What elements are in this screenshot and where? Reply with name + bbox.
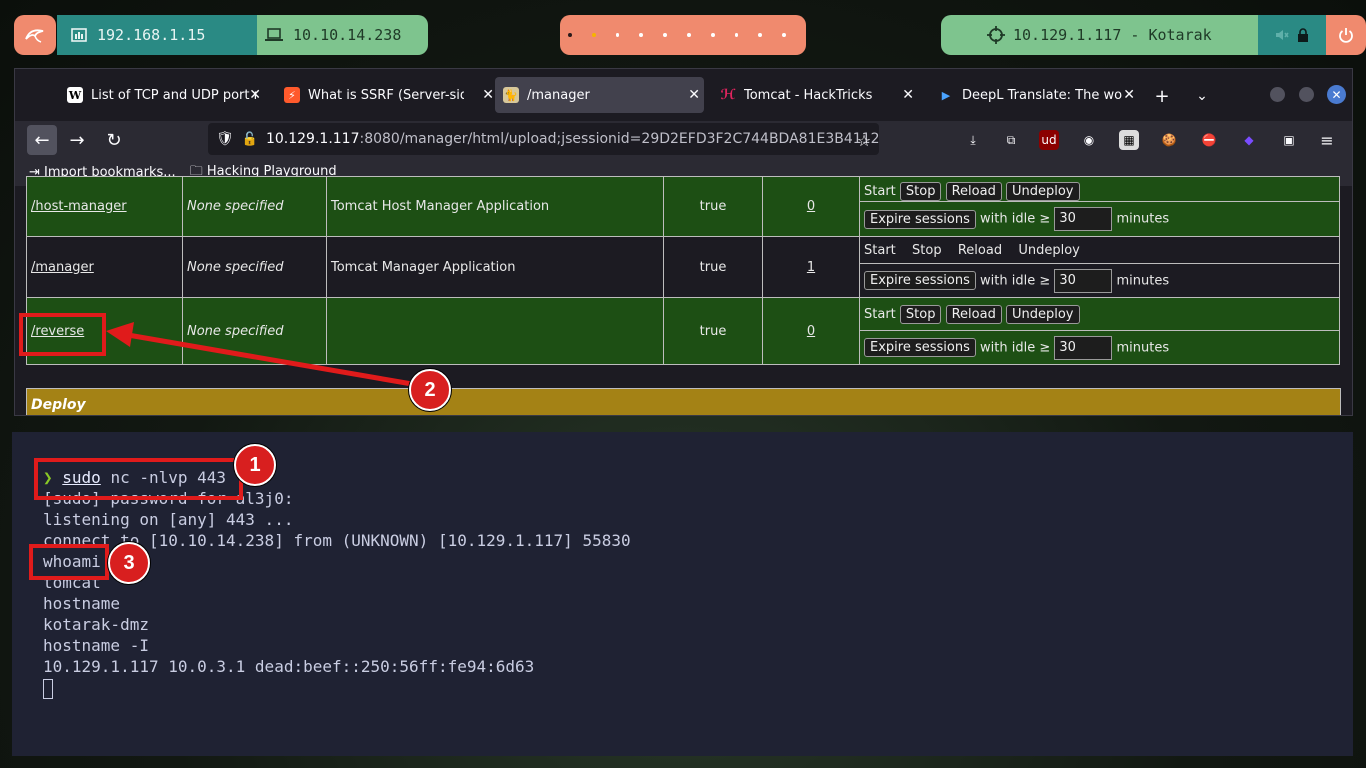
annotation-badge-3: 3 [108,542,150,584]
annotation-badge-2: 2 [409,369,451,411]
annotation-badge-1: 1 [234,444,276,486]
annotation-arrow [106,322,413,387]
